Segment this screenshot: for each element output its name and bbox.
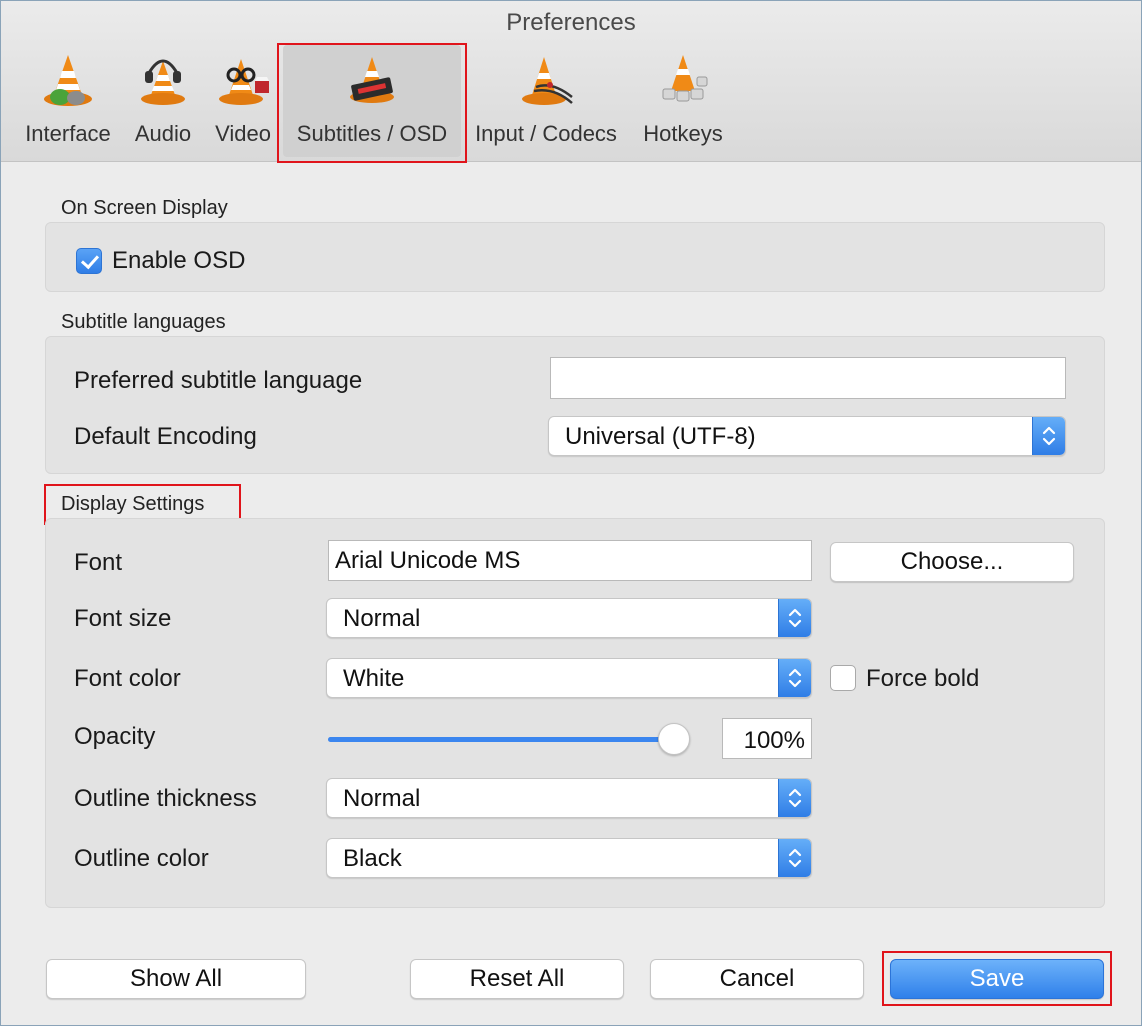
tab-audio[interactable]: Audio <box>125 45 201 157</box>
tab-video-label: Video <box>215 121 271 146</box>
force-bold-checkbox[interactable] <box>830 665 856 691</box>
tab-input-codecs[interactable]: Input / Codecs <box>467 45 625 157</box>
vlc-cone-keys-icon <box>662 55 708 102</box>
display-settings-box: Font Arial Unicode MS Choose... Font siz… <box>45 518 1105 908</box>
choose-font-button[interactable]: Choose... <box>830 542 1074 582</box>
vlc-cone-headphones-icon <box>141 59 185 105</box>
outline-thickness-value: Normal <box>343 785 421 812</box>
chevron-up-down-icon <box>788 848 802 868</box>
window-title: Preferences <box>506 9 636 36</box>
font-color-stepper[interactable] <box>778 659 811 697</box>
vlc-cone-interface-icon <box>44 55 92 106</box>
subtitle-languages-box: Preferred subtitle language Default Enco… <box>45 336 1105 474</box>
vlc-cone-glasses-icon <box>219 59 269 105</box>
osd-box: Enable OSD <box>45 222 1105 292</box>
tab-interface-label: Interface <box>25 121 111 146</box>
force-bold-label: Force bold <box>866 665 980 692</box>
outline-color-label: Outline color <box>74 845 209 872</box>
vlc-cone-cables-icon <box>522 57 573 105</box>
save-highlight-box <box>882 951 1112 1006</box>
font-size-select[interactable]: Normal <box>326 598 812 638</box>
chevron-up-down-icon <box>788 788 802 808</box>
cancel-button[interactable]: Cancel <box>650 959 864 999</box>
default-encoding-value: Universal (UTF-8) <box>565 423 756 450</box>
chevron-up-down-icon <box>788 608 802 628</box>
toolbar: Preferences Interface Audio Video Subtit… <box>1 1 1141 163</box>
preferences-window: Preferences Interface Audio Video Subtit… <box>0 0 1142 1026</box>
font-color-label: Font color <box>74 665 181 692</box>
osd-section-title: On Screen Display <box>61 197 228 219</box>
font-size-stepper[interactable] <box>778 599 811 637</box>
tab-video[interactable]: Video <box>207 45 279 157</box>
opacity-slider-fill <box>328 737 672 742</box>
subtitle-languages-title: Subtitle languages <box>61 311 226 333</box>
tab-interface[interactable]: Interface <box>17 45 119 157</box>
tab-highlight-box <box>277 43 467 163</box>
chevron-up-down-icon <box>788 668 802 688</box>
default-encoding-label: Default Encoding <box>74 423 257 450</box>
enable-osd-label: Enable OSD <box>112 247 246 274</box>
tab-hotkeys[interactable]: Hotkeys <box>635 45 731 157</box>
outline-color-stepper[interactable] <box>778 839 811 877</box>
outline-color-value: Black <box>343 845 402 872</box>
show-all-button[interactable]: Show All <box>46 959 306 999</box>
font-color-value: White <box>343 665 405 692</box>
outline-color-select[interactable]: Black <box>326 838 812 878</box>
chevron-up-down-icon <box>1042 426 1056 446</box>
opacity-value-field[interactable]: 100% <box>722 718 812 759</box>
preferred-language-label: Preferred subtitle language <box>74 367 363 394</box>
font-color-select[interactable]: White <box>326 658 812 698</box>
reset-all-button[interactable]: Reset All <box>410 959 624 999</box>
opacity-label: Opacity <box>74 723 156 750</box>
default-encoding-select[interactable]: Universal (UTF-8) <box>548 416 1066 456</box>
outline-thickness-stepper[interactable] <box>778 779 811 817</box>
font-size-label: Font size <box>74 605 172 632</box>
tab-hotkeys-label: Hotkeys <box>643 121 723 146</box>
enable-osd-checkbox[interactable] <box>76 248 102 274</box>
outline-thickness-label: Outline thickness <box>74 785 257 812</box>
outline-thickness-select[interactable]: Normal <box>326 778 812 818</box>
encoding-stepper[interactable] <box>1032 417 1065 455</box>
font-label: Font <box>74 549 123 576</box>
font-input[interactable]: Arial Unicode MS <box>328 540 812 581</box>
tab-input-codecs-label: Input / Codecs <box>475 121 617 146</box>
opacity-slider-knob[interactable] <box>658 723 690 755</box>
tab-audio-label: Audio <box>134 121 192 146</box>
preferred-language-input[interactable] <box>550 357 1066 399</box>
font-size-value: Normal <box>343 605 421 632</box>
